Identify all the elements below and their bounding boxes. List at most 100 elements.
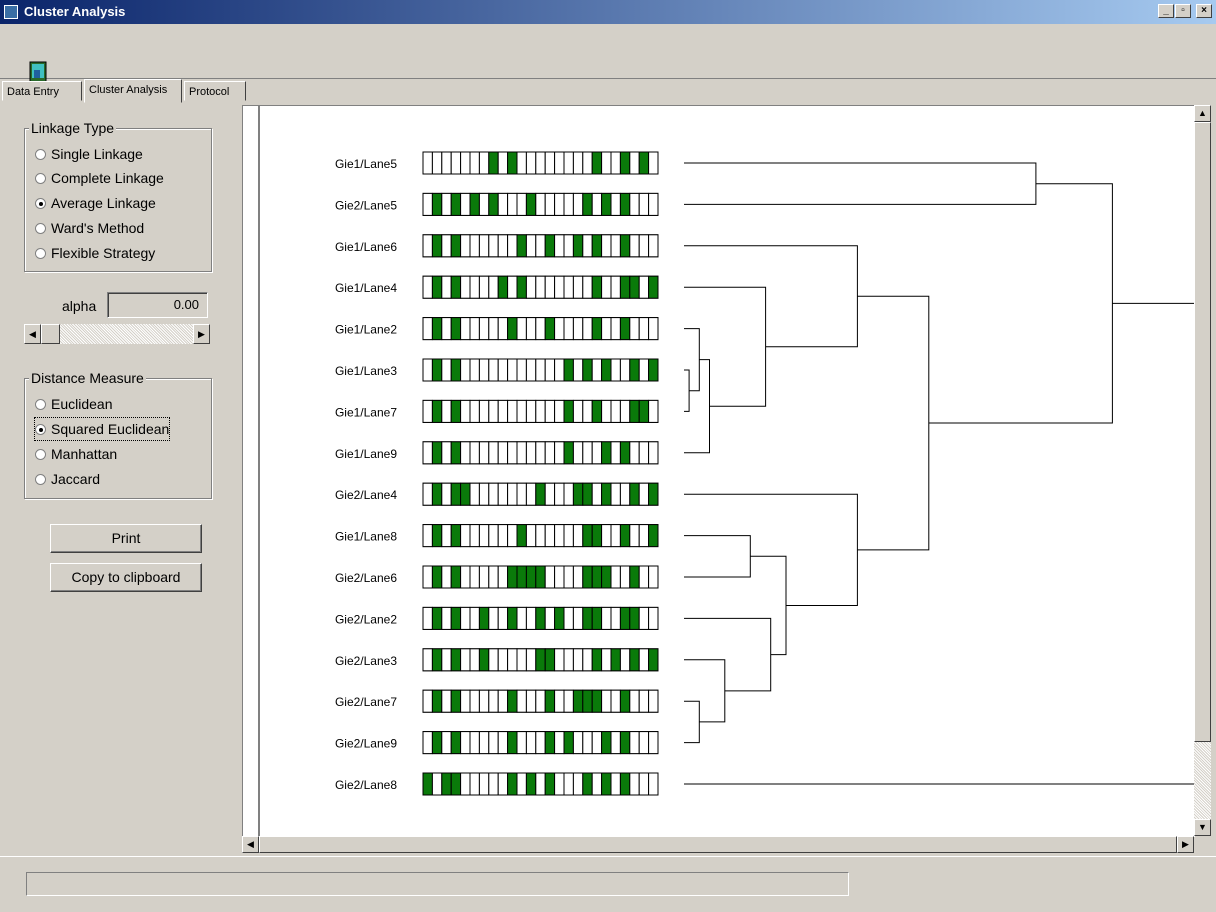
radio-button[interactable] xyxy=(35,398,46,410)
scroll-down-arrow-icon[interactable]: ▼ xyxy=(1194,819,1211,836)
band-cell xyxy=(488,648,499,672)
vertical-scroll-thumb[interactable] xyxy=(1194,122,1211,742)
band-cell xyxy=(478,234,490,258)
tab-data-entry[interactable]: Data Entry xyxy=(2,81,82,101)
band-cell xyxy=(544,565,556,589)
radio-flexible-strategy[interactable]: Flexible Strategy xyxy=(35,242,155,264)
radio-wards-method[interactable]: Ward's Method xyxy=(35,217,144,239)
band-cell xyxy=(535,689,546,713)
band-cell xyxy=(478,192,490,216)
band-cell xyxy=(460,317,471,341)
print-button[interactable]: Print xyxy=(50,524,202,553)
band-cell xyxy=(563,689,574,713)
band-cell xyxy=(507,482,518,506)
title-bar: Cluster Analysis _ ▫ × xyxy=(0,0,1216,24)
band-cell xyxy=(469,234,480,258)
band-cell xyxy=(629,731,640,755)
band-cell xyxy=(488,275,499,299)
band-cell xyxy=(591,399,603,423)
band-cell xyxy=(460,524,471,548)
band-cell xyxy=(450,482,462,506)
band-cell xyxy=(638,151,650,175)
band-cell xyxy=(563,772,574,796)
band-cell xyxy=(638,317,650,341)
band-cell xyxy=(431,565,443,589)
band-cell xyxy=(535,441,546,465)
radio-button[interactable] xyxy=(35,473,46,485)
band-cell xyxy=(469,731,480,755)
radio-manhattan[interactable]: Manhattan xyxy=(35,443,117,465)
band-cell xyxy=(554,524,565,548)
radio-single-linkage[interactable]: Single Linkage xyxy=(35,143,143,165)
radio-label: Jaccard xyxy=(51,471,101,487)
radio-label: Manhattan xyxy=(51,446,118,462)
band-cell xyxy=(488,192,499,216)
maximize-button[interactable]: ▫ xyxy=(1175,4,1191,18)
scroll-left-arrow-icon[interactable]: ◀ xyxy=(242,836,259,853)
band-cell xyxy=(629,689,640,713)
band-cell xyxy=(516,606,527,630)
radio-complete-linkage[interactable]: Complete Linkage xyxy=(35,167,164,189)
band-cell xyxy=(478,731,490,755)
radio-button[interactable] xyxy=(35,172,46,184)
slider-thumb[interactable] xyxy=(41,324,60,344)
band-cell xyxy=(441,648,452,672)
close-button[interactable]: × xyxy=(1196,4,1212,18)
band-cell xyxy=(450,275,462,299)
radio-average-linkage[interactable]: Average Linkage xyxy=(35,192,156,214)
band-cell xyxy=(516,151,527,175)
radio-jaccard[interactable]: Jaccard xyxy=(35,468,100,490)
radio-button[interactable] xyxy=(35,222,46,234)
lane-label: Gie2/Lane8 xyxy=(335,778,397,792)
lane-label: Gie1/Lane9 xyxy=(335,447,397,461)
alpha-field[interactable]: 0.00 xyxy=(107,292,208,318)
slider-right-arrow-icon[interactable]: ▶ xyxy=(193,324,210,344)
band-cell xyxy=(648,648,659,672)
minimize-button[interactable]: _ xyxy=(1158,4,1174,18)
band-cell xyxy=(601,524,612,548)
radio-button[interactable] xyxy=(35,148,46,160)
radio-squared-euclidean[interactable]: Squared Euclidean xyxy=(33,417,171,441)
band-cell xyxy=(516,275,527,299)
horizontal-scroll-thumb[interactable] xyxy=(259,836,1177,853)
band-cell xyxy=(507,524,518,548)
scroll-right-arrow-icon[interactable]: ▶ xyxy=(1177,836,1194,853)
band-cell xyxy=(497,772,509,796)
radio-euclidean[interactable]: Euclidean xyxy=(35,393,113,415)
band-cell xyxy=(601,772,612,796)
band-cell xyxy=(554,648,565,672)
band-cell xyxy=(422,565,433,589)
band-cell xyxy=(638,482,650,506)
band-cell xyxy=(497,399,509,423)
band-cell xyxy=(591,524,603,548)
band-cell xyxy=(648,151,659,175)
copy-to-clipboard-button[interactable]: Copy to clipboard xyxy=(50,563,202,592)
radio-button[interactable] xyxy=(35,448,46,460)
radio-button[interactable] xyxy=(35,423,46,435)
band-cell xyxy=(450,565,462,589)
band-cell xyxy=(450,524,462,548)
scroll-up-arrow-icon[interactable]: ▲ xyxy=(1194,105,1211,122)
radio-label: Complete Linkage xyxy=(51,170,164,186)
band-cell xyxy=(582,441,593,465)
band-cell xyxy=(422,772,433,796)
radio-button[interactable] xyxy=(35,247,46,259)
tab-cluster-analysis[interactable]: Cluster Analysis xyxy=(84,79,182,103)
band-cell xyxy=(431,399,443,423)
band-cell xyxy=(478,441,490,465)
band-cell xyxy=(516,565,527,589)
band-cell xyxy=(516,358,527,382)
band-cell xyxy=(497,689,509,713)
band-cell xyxy=(572,399,584,423)
band-cell xyxy=(469,441,480,465)
band-cell xyxy=(582,399,593,423)
lane-label: Gie2/Lane7 xyxy=(335,695,397,709)
dendrogram-link xyxy=(684,700,700,744)
band-cell xyxy=(497,565,509,589)
slider-left-arrow-icon[interactable]: ◀ xyxy=(24,324,41,344)
band-cell xyxy=(441,275,452,299)
dendrogram-link xyxy=(684,328,700,392)
tab-protocol[interactable]: Protocol xyxy=(184,81,246,101)
radio-button[interactable] xyxy=(35,197,46,209)
band-cell xyxy=(638,731,650,755)
